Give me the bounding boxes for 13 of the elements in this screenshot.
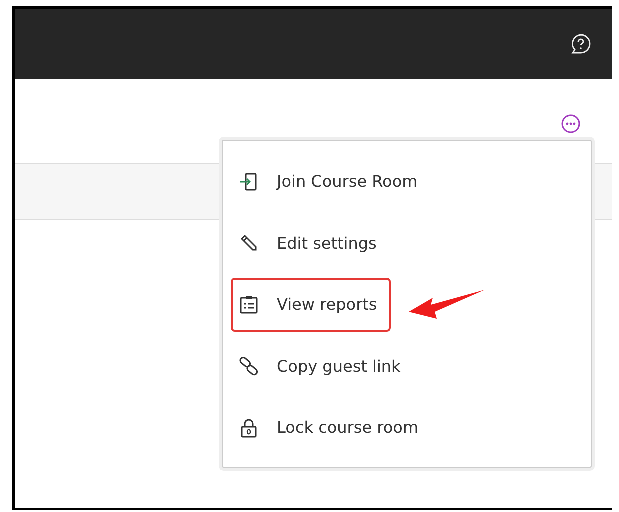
link-icon: [239, 356, 259, 376]
menu-item[interactable]: View reports: [231, 278, 392, 332]
help-icon[interactable]: [570, 33, 592, 55]
menu-item[interactable]: Copy guest link: [231, 339, 415, 394]
arrow-icon: [407, 288, 488, 322]
lock-icon: [239, 418, 259, 438]
pencil-icon: [239, 233, 259, 254]
menu-item[interactable]: Edit settings: [231, 216, 391, 270]
menu-item[interactable]: Join Course Room: [231, 154, 432, 209]
more-options-icon[interactable]: [561, 114, 581, 134]
menu-item[interactable]: Lock course room: [231, 400, 433, 455]
clipboard-icon: [239, 294, 259, 315]
enter-icon: [239, 172, 259, 192]
